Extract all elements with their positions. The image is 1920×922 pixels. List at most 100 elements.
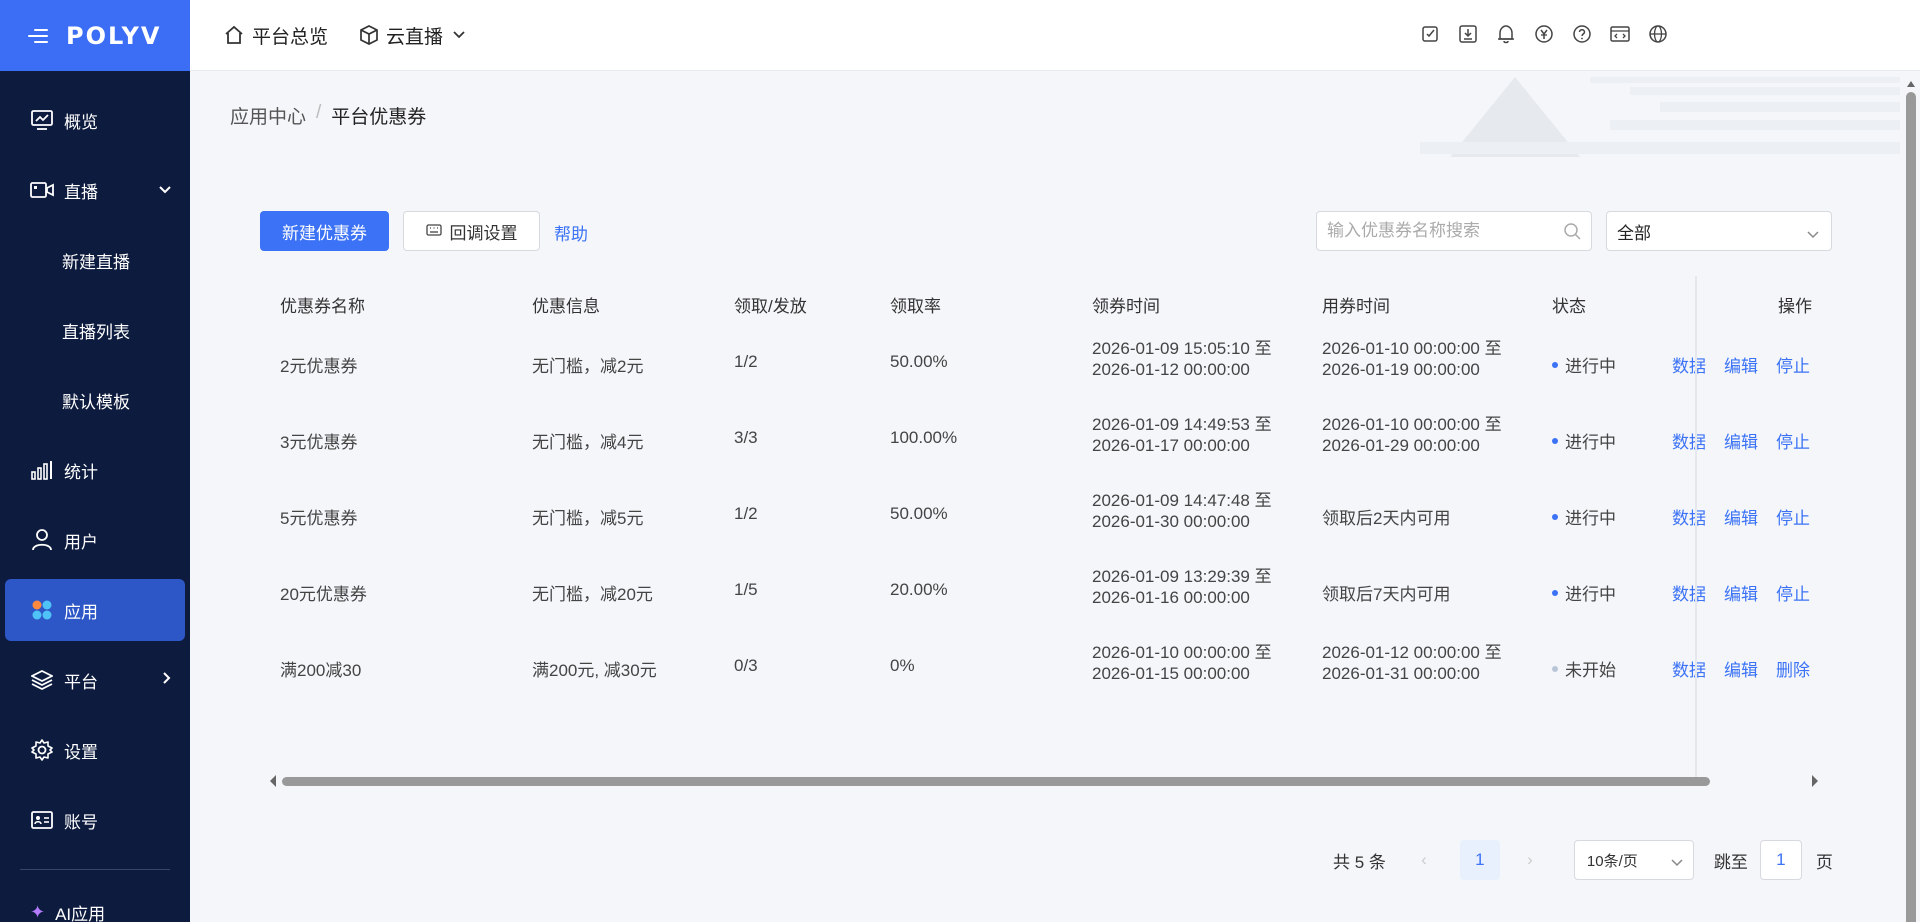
stop-button[interactable]: 停止 [1776, 504, 1810, 529]
stop-button[interactable]: 停止 [1776, 352, 1810, 377]
table-row: 5元优惠券 无门槛，减5元 1/2 50.00% 2026-01-09 14:4… [260, 478, 1830, 554]
monitor-chart-icon [30, 108, 54, 132]
polyv-logo: POLYV [66, 21, 162, 50]
chevron-down-icon [1807, 224, 1819, 244]
sidebar-item-label: 直播列表 [62, 322, 130, 342]
sidebar-item-live[interactable]: 直播 [5, 159, 185, 221]
cell-use-time: 2026-01-12 00:00:00 至 2026-01-31 00:00:0… [1322, 642, 1502, 684]
code-window-icon[interactable] [1608, 22, 1632, 46]
edit-button[interactable]: 编辑 [1724, 504, 1758, 529]
sidebar-subitem-live-list[interactable]: 直播列表 [5, 299, 185, 361]
coupon-toolbar: 新建优惠券 回调设置 帮助 全部 [260, 211, 1900, 251]
page-size-select[interactable]: 10条/页 [1573, 840, 1694, 880]
claim-time-end: 2026-01-16 00:00:00 [1092, 588, 1250, 607]
status-text: 进行中 [1565, 509, 1616, 528]
scroll-right-icon[interactable] [1810, 774, 1820, 793]
bar-chart-icon [30, 458, 54, 482]
horizontal-scrollbar[interactable] [268, 774, 1820, 788]
chevron-down-icon [453, 31, 465, 39]
fixed-column-divider [1695, 276, 1697, 778]
status-text: 未开始 [1565, 661, 1616, 680]
globe-icon[interactable] [1646, 22, 1670, 46]
header-claim-rate: 领取率 [890, 297, 941, 316]
sidebar-item-apps[interactable]: 应用 [5, 579, 185, 641]
vertical-scroll-thumb[interactable] [1906, 92, 1916, 922]
new-coupon-button[interactable]: 新建优惠券 [260, 211, 389, 251]
yuan-billing-icon[interactable] [1532, 22, 1556, 46]
callback-settings-button[interactable]: 回调设置 [403, 211, 540, 251]
claim-time-start: 2026-01-09 14:47:48 至 [1092, 491, 1272, 510]
sidebar-item-account[interactable]: 账号 [5, 789, 185, 851]
task-check-icon[interactable] [1418, 22, 1442, 46]
home-icon [224, 25, 244, 45]
claim-time-start: 2026-01-09 15:05:10 至 [1092, 339, 1272, 358]
data-button[interactable]: 数据 [1672, 504, 1706, 529]
edit-button[interactable]: 编辑 [1724, 428, 1758, 453]
stop-button[interactable]: 停止 [1776, 580, 1810, 605]
cell-use-time: 领取后7天内可用 [1322, 585, 1451, 604]
data-button[interactable]: 数据 [1672, 580, 1706, 605]
claim-time-start: 2026-01-10 00:00:00 至 [1092, 643, 1272, 662]
jump-page-input[interactable] [1759, 840, 1802, 880]
sidebar-item-overview[interactable]: 概览 [5, 89, 185, 151]
coupon-search-input[interactable] [1317, 221, 1547, 241]
platform-overview-link[interactable]: 平台总览 [224, 22, 328, 49]
status-text: 进行中 [1565, 433, 1616, 452]
data-button[interactable]: 数据 [1672, 656, 1706, 681]
download-icon[interactable] [1456, 22, 1480, 46]
sidebar-subitem-default-template[interactable]: 默认模板 [5, 369, 185, 431]
sidebar-item-platform[interactable]: 平台 [5, 649, 185, 711]
cell-coupon-name: 20元优惠券 [280, 585, 367, 604]
scroll-thumb[interactable] [282, 777, 1710, 786]
header-claimed-issued: 领取/发放 [734, 297, 807, 316]
vertical-scrollbar[interactable] [1902, 72, 1920, 922]
edit-button[interactable]: 编辑 [1724, 656, 1758, 681]
table-row: 2元优惠券 无门槛，减2元 1/2 50.00% 2026-01-09 15:0… [260, 326, 1830, 402]
cell-claim-rate: 50.00% [890, 504, 948, 523]
sidebar-item-settings[interactable]: 设置 [5, 719, 185, 781]
claim-time-end: 2026-01-30 00:00:00 [1092, 512, 1250, 531]
product-switcher[interactable]: 云直播 [360, 22, 465, 49]
video-camera-icon [30, 178, 54, 202]
status-dot-icon [1552, 589, 1558, 596]
sidebar-item-ai-apps[interactable]: ✦ AI应用 [0, 900, 190, 922]
sidebar-subitem-new-live[interactable]: 新建直播 [5, 229, 185, 291]
cell-status: 未开始 [1552, 656, 1616, 681]
cell-claim-rate: 20.00% [890, 580, 948, 599]
cube-icon [360, 25, 378, 45]
cell-status: 进行中 [1552, 428, 1616, 453]
use-time-start: 2026-01-10 00:00:00 至 [1322, 339, 1502, 358]
status-dot-icon [1552, 437, 1558, 444]
header-coupon-name: 优惠券名称 [280, 297, 365, 316]
jump-label: 跳至 [1713, 852, 1748, 872]
prev-page-icon[interactable]: ‹ [1412, 850, 1436, 870]
data-button[interactable]: 数据 [1672, 352, 1706, 377]
search-icon[interactable] [1563, 222, 1581, 245]
help-circle-icon[interactable] [1570, 22, 1594, 46]
data-button[interactable]: 数据 [1672, 428, 1706, 453]
cell-discount-info: 无门槛，减5元 [532, 509, 644, 528]
decorative-banner-graphic [1420, 77, 1900, 157]
help-link[interactable]: 帮助 [554, 220, 588, 245]
stop-button[interactable]: 停止 [1776, 428, 1810, 453]
cell-use-time: 2026-01-10 00:00:00 至 2026-01-29 00:00:0… [1322, 414, 1502, 456]
scroll-left-icon[interactable] [268, 774, 278, 793]
cell-claimed-issued: 1/2 [734, 352, 758, 371]
next-page-icon[interactable]: › [1518, 850, 1542, 870]
sidebar-item-label: AI应用 [55, 905, 106, 922]
sidebar-item-users[interactable]: 用户 [5, 509, 185, 571]
sidebar-item-statistics[interactable]: 统计 [5, 439, 185, 501]
menu-toggle-icon[interactable] [28, 26, 48, 46]
status-filter-select[interactable]: 全部 [1606, 211, 1832, 251]
bell-icon[interactable] [1494, 22, 1518, 46]
breadcrumb-app-center[interactable]: 应用中心 [230, 102, 306, 129]
breadcrumb-current: 平台优惠券 [331, 107, 427, 128]
edit-button[interactable]: 编辑 [1724, 580, 1758, 605]
cell-coupon-name: 2元优惠券 [280, 357, 358, 376]
cell-claimed-issued: 0/3 [734, 656, 758, 675]
cell-discount-info: 无门槛，减2元 [532, 357, 644, 376]
delete-button[interactable]: 删除 [1776, 656, 1810, 681]
sidebar-item-label: 应用 [64, 602, 98, 622]
edit-button[interactable]: 编辑 [1724, 352, 1758, 377]
page-number[interactable]: 1 [1459, 840, 1500, 880]
